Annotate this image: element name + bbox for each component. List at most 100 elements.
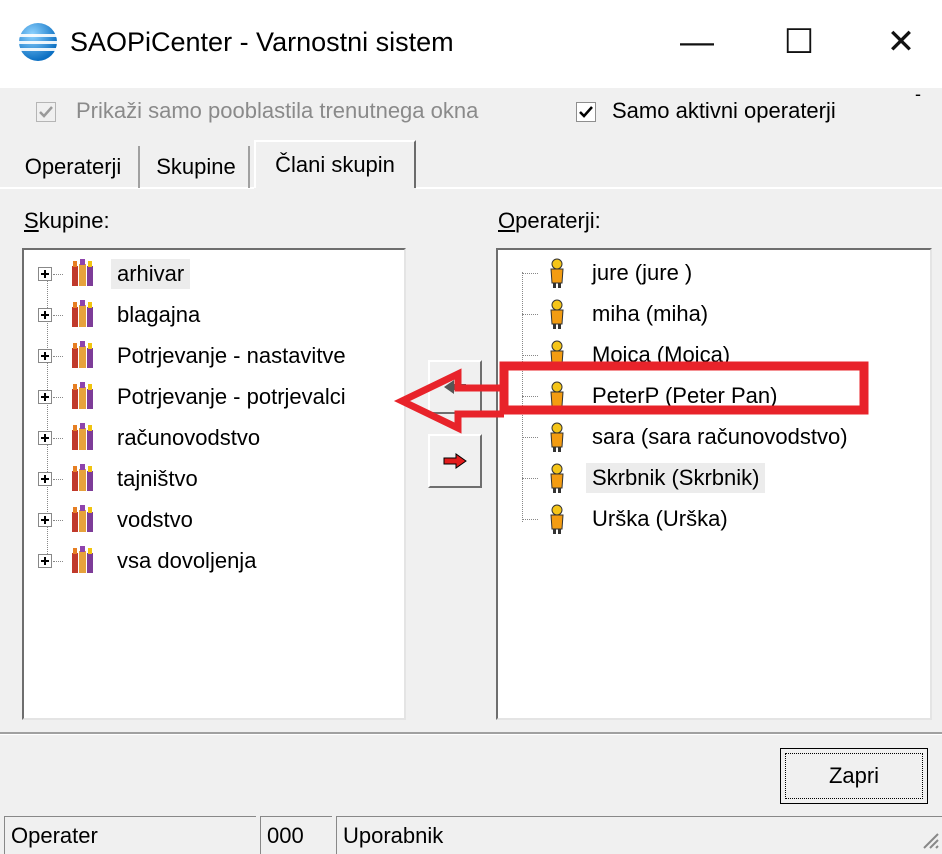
expand-icon[interactable] xyxy=(38,349,52,363)
tab-skupine[interactable]: Skupine xyxy=(144,146,250,188)
status-user: Uporabnik xyxy=(336,816,942,854)
group-label: računovodstvo xyxy=(117,425,261,450)
group-icon xyxy=(72,423,93,450)
group-label: vsa dovoljenja xyxy=(117,548,257,573)
operators-label-mnemonic: O xyxy=(498,208,516,233)
expand-icon[interactable] xyxy=(38,513,52,527)
tab-strip-border xyxy=(416,187,942,189)
show-only-current-window-checkbox[interactable] xyxy=(36,102,56,122)
user-icon xyxy=(550,504,564,534)
window-title: SAOPiCenter - Varnostni sistem xyxy=(70,27,454,57)
operator-label: sara (sara računovodstvo) xyxy=(592,424,848,449)
operator-item[interactable]: miha (miha) xyxy=(522,297,714,331)
operator-item[interactable]: Skrbnik (Skrbnik) xyxy=(522,461,766,495)
status-code: 000 xyxy=(260,816,332,854)
show-only-current-window-label: Prikaži samo pooblastila trenutnega okna xyxy=(76,98,479,123)
tree-connector xyxy=(53,396,63,398)
tree-connector xyxy=(522,313,538,315)
group-item[interactable]: računovodstvo xyxy=(38,421,266,455)
checkmark-icon xyxy=(39,106,53,118)
group-icon xyxy=(72,341,93,368)
operator-label: Skrbnik (Skrbnik) xyxy=(586,463,766,493)
group-item[interactable]: vodstvo xyxy=(38,503,199,537)
tab-clani-skupin[interactable]: Člani skupin xyxy=(254,140,416,188)
remove-from-group-button[interactable] xyxy=(428,360,482,414)
group-label: Potrjevanje - potrjevalci xyxy=(117,384,346,409)
tree-connector xyxy=(522,354,538,356)
user-icon xyxy=(550,258,564,288)
tab-operaterji[interactable]: Operaterji xyxy=(8,146,140,188)
operator-item[interactable]: sara (sara računovodstvo) xyxy=(522,420,854,454)
operators-label: Operaterji: xyxy=(498,208,601,234)
tree-connector xyxy=(53,355,63,357)
group-item[interactable]: arhivar xyxy=(38,257,191,291)
resize-grip-icon[interactable] xyxy=(918,828,940,850)
user-icon xyxy=(550,340,564,370)
tree-connector xyxy=(53,314,63,316)
tree-connector xyxy=(522,436,538,438)
operator-label: jure (jure ) xyxy=(592,260,693,285)
only-active-operators-checkbox[interactable] xyxy=(576,102,596,122)
expand-icon[interactable] xyxy=(38,308,52,322)
tree-connector xyxy=(522,518,538,520)
status-operater: Operater xyxy=(4,816,256,854)
saop-globe-icon xyxy=(19,23,57,61)
groups-label: Skupine: xyxy=(24,208,110,234)
user-icon xyxy=(550,463,564,493)
add-to-group-button[interactable] xyxy=(428,434,482,488)
only-active-operators-label: Samo aktivni operaterji xyxy=(612,98,836,123)
user-icon xyxy=(550,299,564,329)
group-icon xyxy=(72,546,93,573)
group-item[interactable]: tajništvo xyxy=(38,462,204,496)
group-icon xyxy=(72,505,93,532)
group-icon xyxy=(72,464,93,491)
group-label: arhivar xyxy=(111,259,191,289)
stray-mark: - xyxy=(915,84,921,104)
group-item[interactable]: Potrjevanje - nastavitve xyxy=(38,339,352,373)
group-label: Potrjevanje - nastavitve xyxy=(117,343,346,368)
expand-icon[interactable] xyxy=(38,554,52,568)
groups-tree[interactable]: arhivar blagajna Potrjevanje - nastavitve P… xyxy=(22,248,406,720)
close-dialog-button[interactable]: Zapri xyxy=(780,748,928,804)
operator-item[interactable]: Mojca (Mojca) xyxy=(522,338,736,372)
checkmark-icon xyxy=(579,106,593,118)
minimize-button[interactable]: — xyxy=(662,14,732,70)
user-icon xyxy=(550,381,564,411)
expand-icon[interactable] xyxy=(38,267,52,281)
tree-connector xyxy=(53,273,63,275)
expand-icon[interactable] xyxy=(38,472,52,486)
operator-label: Mojca (Mojca) xyxy=(592,342,731,367)
group-label: vodstvo xyxy=(117,507,193,532)
operator-item[interactable]: jure (jure ) xyxy=(522,256,698,290)
group-icon xyxy=(72,300,93,327)
operator-label: PeterP (Peter Pan) xyxy=(592,383,778,408)
group-icon xyxy=(72,259,93,286)
tree-connector xyxy=(522,395,538,397)
group-item[interactable]: vsa dovoljenja xyxy=(38,544,262,578)
tree-connector xyxy=(53,519,63,521)
user-icon xyxy=(550,422,564,452)
separator xyxy=(0,732,942,735)
operator-label: Urška (Urška) xyxy=(592,506,728,531)
group-label: blagajna xyxy=(117,302,201,327)
tree-connector xyxy=(53,560,63,562)
operator-item[interactable]: Urška (Urška) xyxy=(522,502,734,536)
close-window-button[interactable]: ✕ xyxy=(866,14,936,70)
group-item[interactable]: blagajna xyxy=(38,298,206,332)
operator-label: miha (miha) xyxy=(592,301,709,326)
expand-icon[interactable] xyxy=(38,390,52,404)
tree-connector xyxy=(53,478,63,480)
group-item[interactable]: Potrjevanje - potrjevalci xyxy=(38,380,352,414)
groups-label-mnemonic: S xyxy=(24,208,39,233)
tree-connector xyxy=(53,437,63,439)
tree-connector xyxy=(522,272,538,274)
expand-icon[interactable] xyxy=(38,431,52,445)
arrow-right-red-icon xyxy=(443,453,467,469)
groups-label-rest: kupine: xyxy=(38,208,110,233)
tree-connector xyxy=(522,477,538,479)
operators-label-rest: peraterji: xyxy=(515,208,601,233)
arrow-left-icon xyxy=(444,380,466,394)
operator-item[interactable]: PeterP (Peter Pan) xyxy=(522,379,783,413)
operators-tree[interactable]: jure (jure ) miha (miha) Mojca (Mojca) Pete… xyxy=(496,248,932,720)
maximize-button[interactable]: ☐ xyxy=(764,14,834,70)
